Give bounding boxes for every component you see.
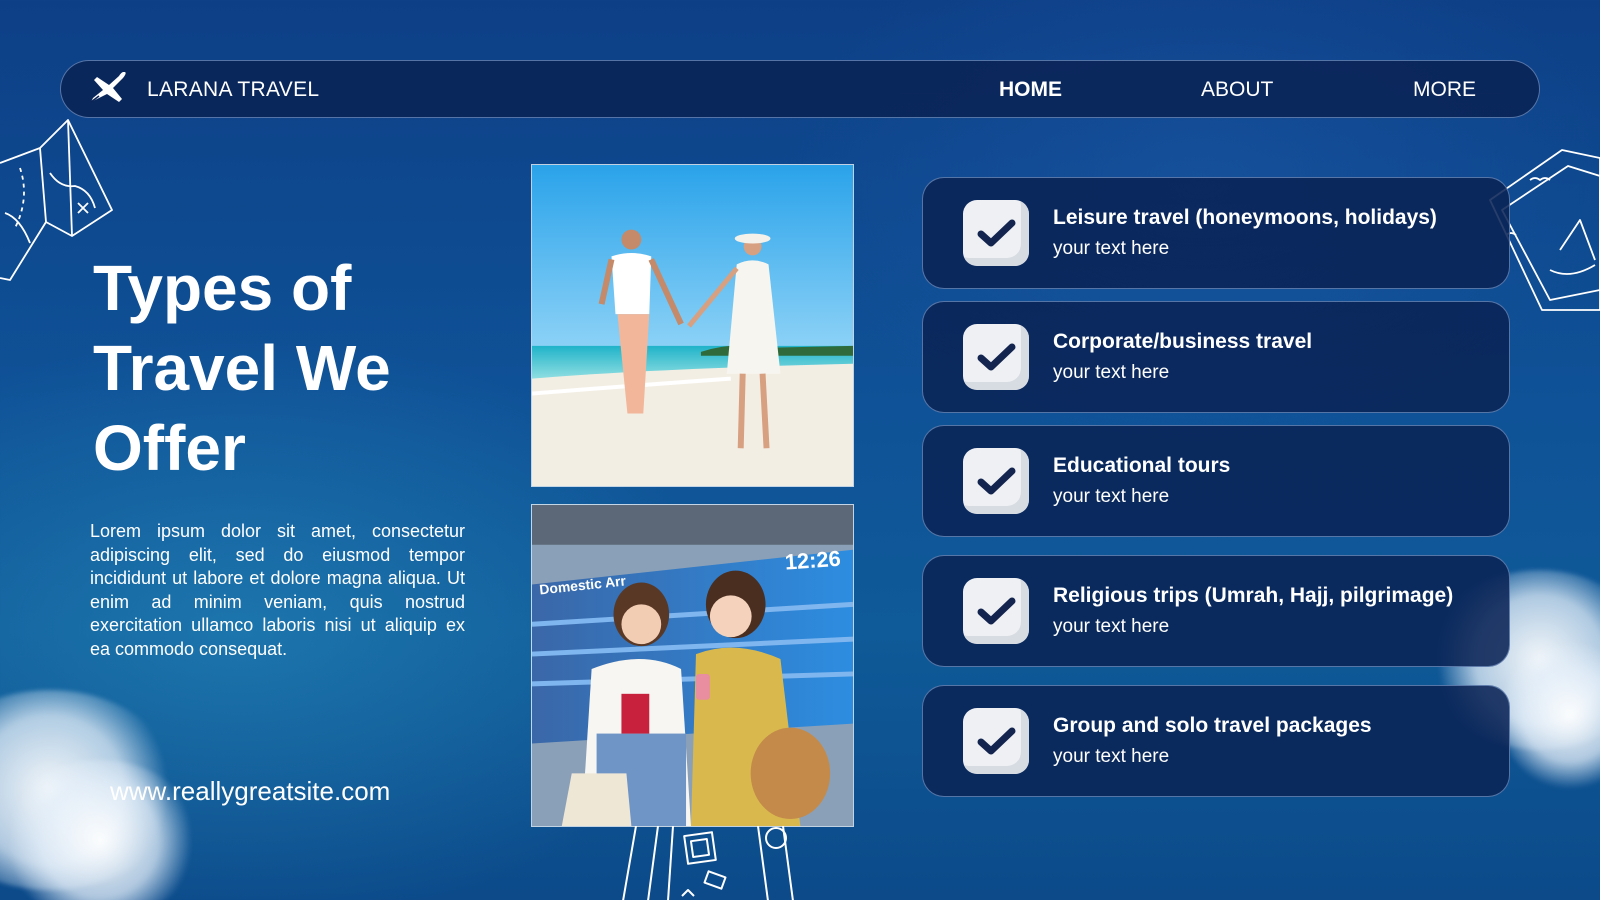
service-card[interactable]: Group and solo travel packages your text… [922,685,1510,797]
checkmark-icon [977,727,1016,755]
service-subtitle: your text here [1053,616,1170,637]
beach-couple-photo [531,164,854,487]
service-title: Religious trips (Umrah, Hajj, pilgrimage… [1053,584,1454,607]
website-link[interactable]: www.reallygreatsite.com [110,776,390,807]
service-card[interactable]: Religious trips (Umrah, Hajj, pilgrimage… [922,555,1510,667]
checkmark-icon [977,467,1016,495]
luggage-icon [622,826,794,900]
nav-about[interactable]: ABOUT [1201,61,1273,119]
service-card[interactable]: Educational tours your text here [922,425,1510,537]
service-subtitle: your text here [1053,746,1170,767]
service-subtitle: your text here [1053,238,1170,259]
intro-paragraph: Lorem ipsum dolor sit amet, consectetur … [90,521,465,659]
airport-friends-photo: Domestic Arr 12:26 [531,504,854,827]
board-clock: 12:26 [784,546,842,575]
service-card[interactable]: Corporate/business travel your text here [922,301,1510,413]
top-navbar: LARANA TRAVEL HOME ABOUT MORE [60,60,1540,118]
service-subtitle: your text here [1053,486,1170,507]
checkmark-icon [977,343,1016,371]
service-title: Group and solo travel packages [1053,714,1372,737]
checkbox [963,578,1029,644]
nav-more[interactable]: MORE [1413,61,1476,119]
checkbox [963,448,1029,514]
service-title: Educational tours [1053,454,1231,477]
page-title: Types of Travel We Offer [93,252,391,484]
service-title: Corporate/business travel [1053,330,1313,353]
service-card[interactable]: Leisure travel (honeymoons, holidays) yo… [922,177,1510,289]
brand-name: LARANA TRAVEL [147,78,320,101]
service-subtitle: your text here [1053,362,1170,383]
checkbox [963,708,1029,774]
checkmark-icon [977,597,1016,625]
checkbox [963,200,1029,266]
checkbox [963,324,1029,390]
checkmark-icon [977,219,1016,247]
nav-home[interactable]: HOME [999,61,1062,119]
service-title: Leisure travel (honeymoons, holidays) [1053,206,1437,229]
brand[interactable]: LARANA TRAVEL [89,61,319,119]
airplane-icon [89,71,129,109]
